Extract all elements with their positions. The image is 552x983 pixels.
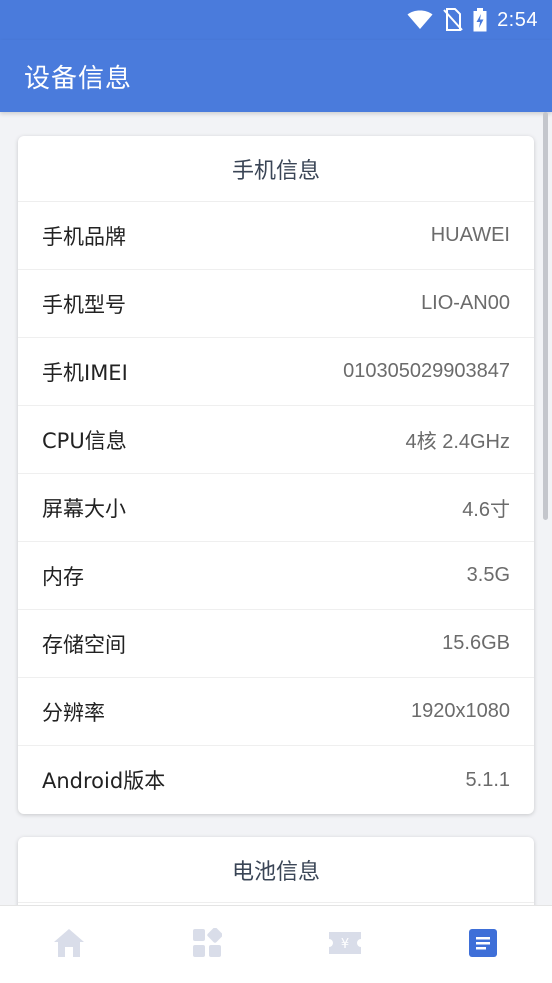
info-row-label: CPU信息 — [42, 428, 127, 453]
info-row-value: 15.6GB — [442, 632, 510, 654]
nav-device-info[interactable] — [453, 915, 513, 975]
info-row-value: 5.1.1 — [465, 768, 510, 791]
info-row: 屏幕大小 4.6寸 — [18, 474, 534, 542]
phone-info-list: 手机品牌 HUAWEI 手机型号 LIO-AN00 手机IMEI 010305029903… — [18, 202, 534, 814]
list-icon — [469, 928, 497, 961]
nav-home[interactable] — [39, 915, 99, 975]
scrollbar-thumb[interactable] — [543, 112, 548, 520]
status-bar: 2:54 — [0, 0, 552, 40]
info-row-value: LIO-AN00 — [421, 292, 510, 314]
info-row: 手机型号 LIO-AN00 — [18, 270, 534, 338]
info-row-label: 手机型号 — [42, 292, 126, 317]
status-time: 2:54 — [497, 8, 538, 31]
page-title: 设备信息 — [24, 63, 133, 94]
info-row-label: 手机IMEI — [42, 360, 128, 385]
info-row: Android版本 5.1.1 — [18, 746, 534, 814]
ticket-icon: ¥ — [328, 930, 362, 960]
info-row-label: 手机品牌 — [42, 224, 126, 249]
info-row: 手机IMEI 010305029903847 — [18, 338, 534, 406]
info-row: CPU信息 4核 2.4GHz — [18, 406, 534, 474]
info-row-label: 内存 — [42, 564, 84, 589]
app-bar: 设备信息 — [0, 40, 552, 112]
bottom-nav: ¥ — [0, 905, 552, 983]
info-row-label: 分辨率 — [42, 700, 105, 725]
grid-icon — [192, 926, 223, 962]
content-scroll[interactable]: 手机信息 手机品牌 HUAWEI 手机型号 LIO-AN00 手机IMEI 0103050… — [0, 112, 552, 905]
info-row-value: 4.6寸 — [462, 499, 510, 521]
nav-tickets[interactable]: ¥ — [315, 915, 375, 975]
info-row-label: Android版本 — [42, 769, 166, 793]
nav-apps[interactable] — [177, 915, 237, 975]
no-sim-icon — [443, 8, 463, 32]
info-row: 存储空间 15.6GB — [18, 610, 534, 678]
info-row-value: 4核 2.4GHz — [405, 431, 510, 453]
info-row: 内存 3.5G — [18, 542, 534, 610]
info-row-value: 3.5G — [466, 564, 510, 586]
svg-text:¥: ¥ — [341, 937, 349, 952]
battery-info-card: 电池信息 — [18, 837, 534, 905]
info-row: 分辨率 1920x1080 — [18, 678, 534, 746]
info-row-value: 010305029903847 — [343, 360, 510, 382]
phone-info-card: 手机信息 手机品牌 HUAWEI 手机型号 LIO-AN00 手机IMEI 0103050… — [18, 136, 534, 814]
info-row-value: HUAWEI — [430, 224, 510, 246]
info-row: 手机品牌 HUAWEI — [18, 202, 534, 270]
battery-charging-icon — [473, 8, 487, 32]
info-row-label: 存储空间 — [42, 632, 126, 657]
info-row-value: 1920x1080 — [411, 700, 510, 722]
battery-info-title: 电池信息 — [18, 837, 534, 903]
phone-info-title: 手机信息 — [18, 136, 534, 202]
home-icon — [52, 927, 86, 963]
info-row-label: 屏幕大小 — [42, 496, 126, 521]
wifi-icon — [407, 8, 433, 32]
